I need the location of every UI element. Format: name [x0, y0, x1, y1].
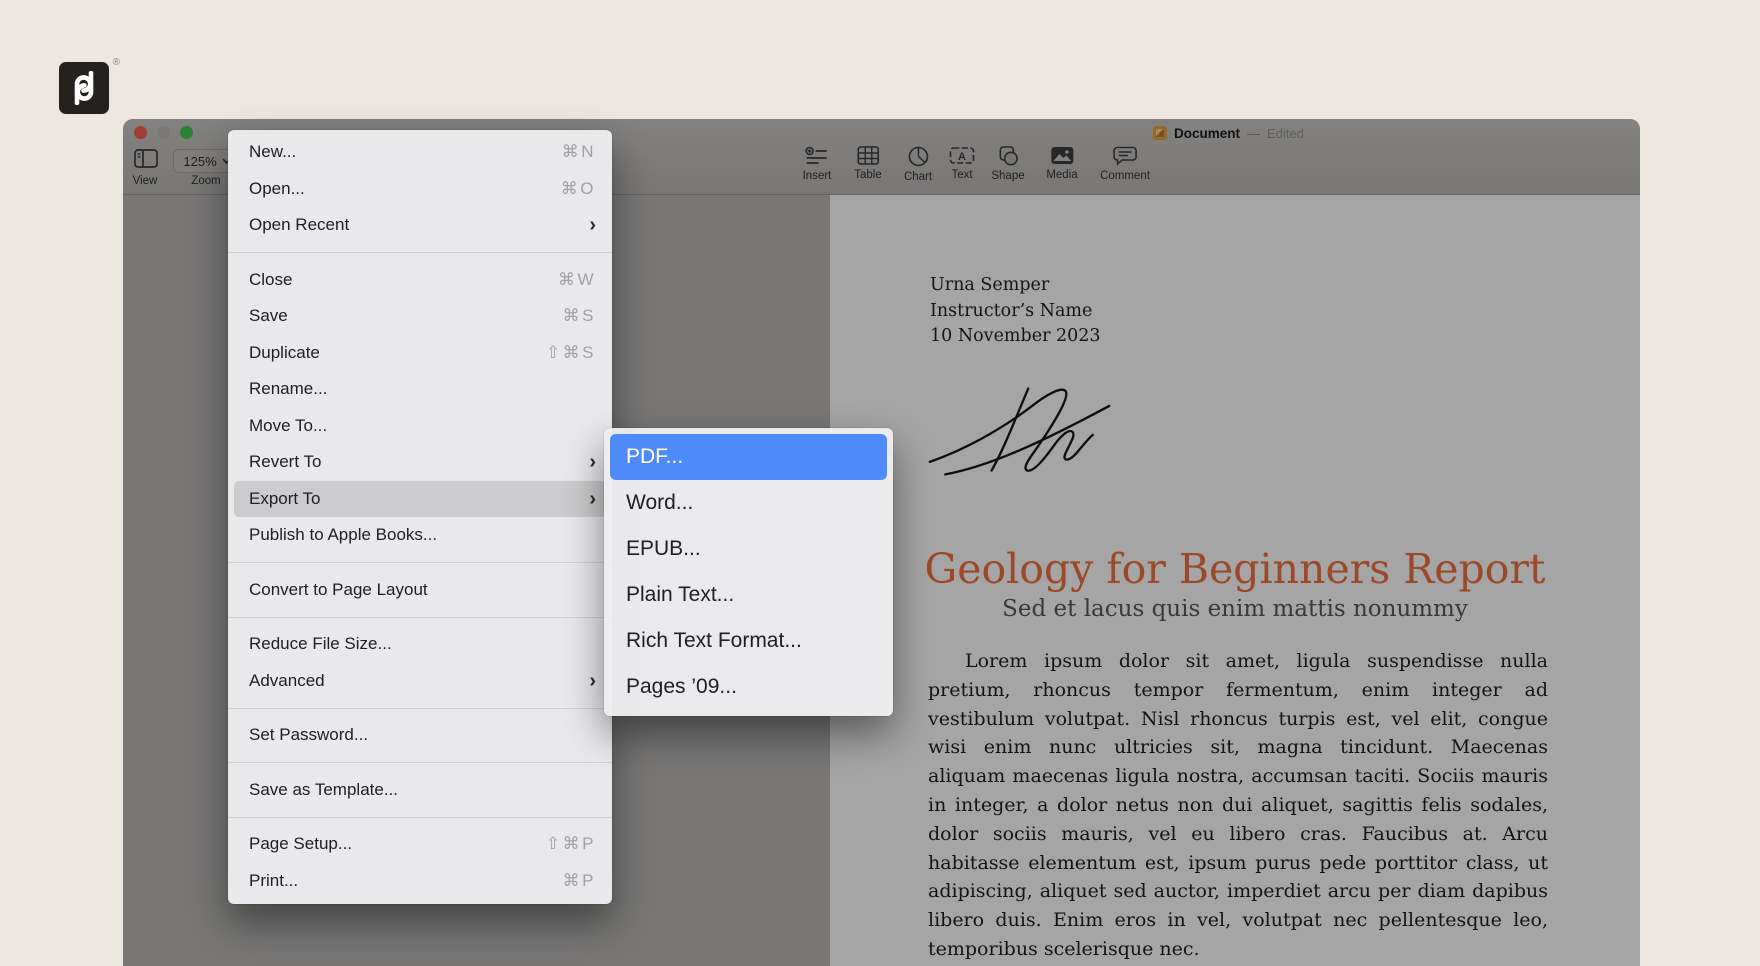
- menu-item-shortcut: ⌘O: [560, 178, 596, 198]
- menu-item-label: Reduce File Size...: [249, 634, 392, 654]
- menu-item-label: Set Password...: [249, 725, 369, 745]
- submenu-item-label: EPUB...: [626, 537, 701, 560]
- menu-item-label: Page Setup...: [249, 834, 353, 854]
- file-menu-item-save-as-template[interactable]: Save as Template... ›: [234, 772, 606, 809]
- submenu-arrow-icon: ›: [589, 669, 596, 692]
- menu-item-shortcut: ⌘N: [561, 142, 596, 162]
- menu-item-label: Revert To: [249, 452, 322, 472]
- menu-item-label: Duplicate: [249, 342, 320, 362]
- menu-separator: [228, 816, 612, 818]
- file-menu-item-close[interactable]: Close ⌘W ›: [234, 262, 606, 299]
- pd-monogram-icon: [74, 71, 94, 105]
- file-menu-item-rename[interactable]: Rename... ›: [234, 371, 606, 408]
- export-submenu-item-word[interactable]: Word...: [610, 480, 887, 526]
- file-menu-item-export-to[interactable]: Export To ›: [234, 480, 606, 517]
- file-menu-item-revert-to[interactable]: Revert To ›: [234, 444, 606, 481]
- file-menu-item-set-password[interactable]: Set Password... ›: [234, 717, 606, 754]
- registered-mark: ®: [112, 57, 120, 68]
- menu-item-label: Print...: [249, 870, 299, 890]
- menu-separator: [228, 252, 612, 253]
- file-menu-item-move-to[interactable]: Move To... ›: [234, 408, 606, 445]
- menu-item-label: Save: [249, 306, 288, 326]
- menu-separator: [228, 562, 612, 563]
- file-menu-item-open-recent[interactable]: Open Recent ›: [234, 207, 606, 244]
- export-submenu-item-pages-09[interactable]: Pages ’09...: [610, 664, 887, 710]
- menu-item-label: New...: [249, 142, 297, 162]
- export-submenu-item-rich-text-format[interactable]: Rich Text Format...: [610, 618, 887, 664]
- submenu-item-label: Plain Text...: [626, 583, 735, 606]
- menu-item-shortcut: ⌘S: [562, 306, 596, 326]
- menu-item-label: Open...: [249, 178, 305, 198]
- file-menu-item-page-setup[interactable]: Page Setup... ⇧⌘P ›: [234, 826, 606, 863]
- submenu-item-label: PDF...: [626, 445, 684, 468]
- menu-item-label: Publish to Apple Books...: [249, 525, 438, 545]
- menu-item-label: Rename...: [249, 379, 328, 399]
- menu-item-shortcut: ⌘P: [562, 870, 596, 890]
- file-menu-item-advanced[interactable]: Advanced ›: [234, 663, 606, 700]
- file-menu-item-reduce-file-size[interactable]: Reduce File Size... ›: [234, 626, 606, 663]
- menu-item-shortcut: ⇧⌘S: [545, 342, 596, 362]
- menu-item-shortcut: ⌘W: [557, 269, 596, 289]
- menu-item-shortcut: ⇧⌘P: [545, 834, 596, 854]
- menu-item-label: Export To: [249, 488, 321, 508]
- export-submenu-item-pdf[interactable]: PDF...: [610, 434, 887, 480]
- file-menu: New... ⌘N › Open... ⌘O › Open Recent › C…: [228, 130, 612, 904]
- desktop: ® Document — Edited View 125% Zoom Inser…: [0, 0, 1760, 966]
- file-menu-item-new[interactable]: New... ⌘N ›: [234, 134, 606, 171]
- pandadoc-logo: ®: [59, 57, 120, 114]
- file-menu-item-print[interactable]: Print... ⌘P ›: [234, 863, 606, 900]
- menu-item-label: Move To...: [249, 415, 328, 435]
- menu-item-label: Open Recent: [249, 215, 350, 235]
- file-menu-item-duplicate[interactable]: Duplicate ⇧⌘S ›: [234, 335, 606, 372]
- submenu-arrow-icon: ›: [589, 487, 596, 510]
- menu-item-label: Advanced: [249, 670, 325, 690]
- menu-item-label: Save as Template...: [249, 779, 398, 799]
- file-menu-item-publish-to-apple-books[interactable]: Publish to Apple Books... ›: [234, 517, 606, 554]
- menu-separator: [228, 616, 612, 618]
- submenu-item-label: Word...: [626, 491, 694, 514]
- submenu-item-label: Rich Text Format...: [626, 629, 802, 652]
- file-menu-item-convert-to-page-layout[interactable]: Convert to Page Layout ›: [234, 572, 606, 609]
- file-menu-item-open[interactable]: Open... ⌘O ›: [234, 171, 606, 208]
- menu-item-label: Close: [249, 269, 293, 289]
- export-submenu-item-plain-text[interactable]: Plain Text...: [610, 572, 887, 618]
- export-submenu-item-epub[interactable]: EPUB...: [610, 526, 887, 572]
- menu-separator: [228, 707, 612, 709]
- menu-item-label: Convert to Page Layout: [249, 579, 428, 599]
- file-menu-item-save[interactable]: Save ⌘S ›: [234, 298, 606, 335]
- menu-separator: [228, 762, 612, 763]
- submenu-arrow-icon: ›: [589, 451, 596, 474]
- submenu-item-label: Pages ’09...: [626, 675, 737, 698]
- submenu-arrow-icon: ›: [589, 214, 596, 237]
- export-to-submenu: PDF... Word... EPUB... Plain Text... Ric…: [604, 428, 893, 716]
